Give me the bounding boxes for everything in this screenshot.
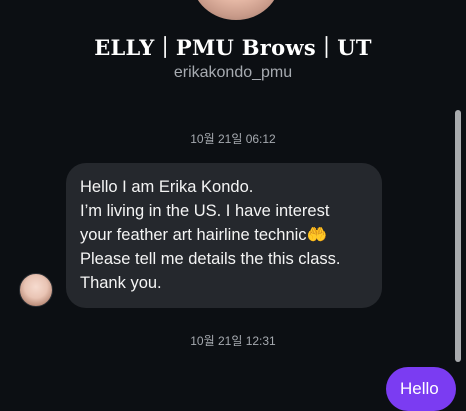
scrollbar[interactable] <box>455 110 461 362</box>
profile-handle[interactable]: erikakondo_pmu <box>0 64 466 82</box>
profile-avatar[interactable] <box>190 0 282 22</box>
profile-name: ELLY｜PMU Brows｜UT <box>94 35 372 60</box>
incoming-message-bubble[interactable]: Hello I am Erika Kondo. I’m living in th… <box>66 163 382 308</box>
message-line: your feather art hairline technic🤲 <box>80 226 328 244</box>
message-line: Hello I am Erika Kondo. <box>80 178 254 196</box>
message-line: Thank you. <box>80 274 162 292</box>
message-timestamp: 10월 21일 06:12 <box>190 132 276 146</box>
outgoing-message-bubble[interactable]: Hello <box>386 367 456 411</box>
sender-avatar[interactable] <box>19 273 53 307</box>
message-line: I’m living in the US. I have interest <box>80 202 330 220</box>
message-line: Please tell me details the this class. <box>80 250 341 268</box>
message-timestamp: 10월 21일 12:31 <box>190 334 276 348</box>
